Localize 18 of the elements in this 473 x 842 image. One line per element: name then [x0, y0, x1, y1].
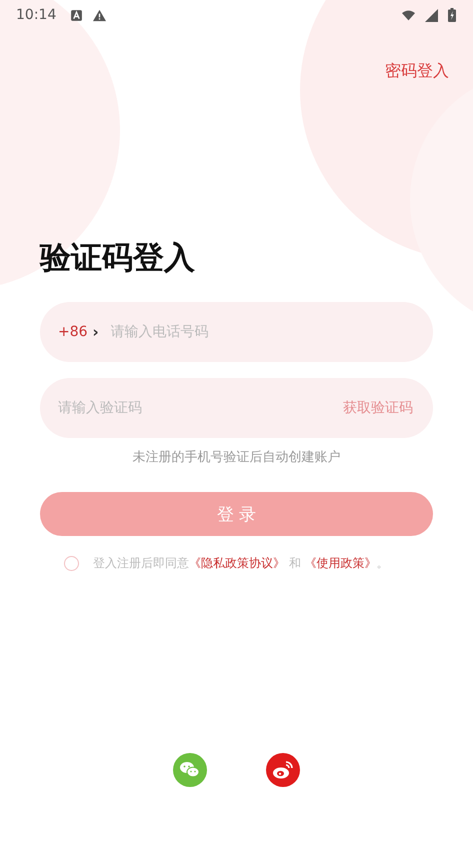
country-code[interactable]: +86	[58, 324, 88, 340]
privacy-policy-link[interactable]: 《隐私政策协议》	[189, 556, 285, 570]
agreement-text: 登入注册后即同意《隐私政策协议》 和 《使用政策》。	[93, 555, 389, 572]
warning-icon	[93, 8, 106, 22]
agreement-checkbox[interactable]	[64, 556, 79, 571]
hint-text: 未注册的手机号验证后自动创建账户	[132, 449, 340, 467]
page-title: 验证码登入	[40, 239, 196, 278]
chevron-icon: ›	[92, 323, 99, 341]
notification-icon	[70, 8, 84, 22]
usage-policy-link[interactable]: 《使用政策》	[304, 556, 377, 570]
weibo-icon[interactable]	[266, 753, 300, 787]
signal-icon	[425, 8, 438, 22]
battery-icon	[448, 8, 456, 22]
status-time: 10:14	[16, 7, 56, 23]
wifi-icon	[402, 8, 415, 22]
wechat-icon[interactable]	[173, 753, 207, 787]
phone-input-field[interactable]: +86 › 请输入电话号码	[40, 302, 433, 362]
password-login-link[interactable]: 密码登入	[385, 60, 449, 90]
